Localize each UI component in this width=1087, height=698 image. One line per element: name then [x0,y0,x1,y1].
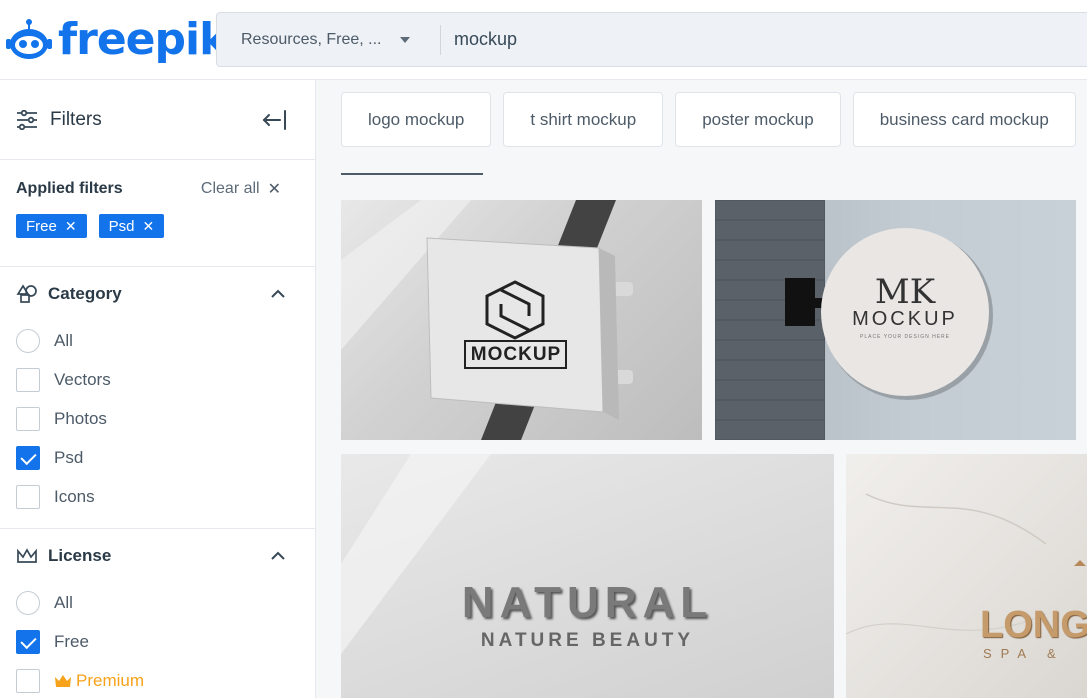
license-header[interactable]: License [0,529,315,583]
category-header[interactable]: Category [0,267,315,321]
search-bar: Resources, Free, ... [216,12,1087,67]
related-tags: logo mockup t shirt mockup poster mockup… [341,92,1076,147]
license-option-all[interactable]: All [0,583,315,622]
tag-business-card-mockup[interactable]: business card mockup [852,92,1076,147]
checkbox-checked[interactable] [16,629,40,654]
chip-label: Psd [108,217,135,235]
collapse-sidebar-icon[interactable] [261,108,287,132]
crown-icon [17,548,37,563]
result-thumbnail[interactable]: LONG SPA & [846,454,1087,698]
filter-chip-psd[interactable]: Psd ✕ [98,214,165,238]
filter-chips: Free ✕ Psd ✕ [16,214,299,238]
resource-filter-value: Resources, Free, ... [241,30,382,48]
tag-poster-mockup[interactable]: poster mockup [675,92,841,147]
checkbox[interactable] [16,668,40,693]
license-option-free[interactable]: Free [0,622,315,661]
freepik-logo[interactable]: freepik [4,12,228,68]
category-option-all[interactable]: All [0,321,315,360]
filters-sidebar: Filters Applied filters Clear all ✕ Free… [0,80,316,698]
tag-logo-mockup[interactable]: logo mockup [341,92,492,147]
checkbox-checked[interactable] [16,445,40,470]
checkbox[interactable] [16,484,40,509]
filter-chip-free[interactable]: Free ✕ [16,214,87,238]
resource-filter-dropdown[interactable]: Resources, Free, ... [217,24,441,55]
shapes-icon [16,284,37,303]
applied-filters: Applied filters Clear all ✕ Free ✕ Psd ✕ [0,160,315,267]
filters-header: Filters [0,80,315,160]
tile-text: LONG [980,604,1087,646]
tile-text: NATURAL [461,578,714,627]
square-sign-image [341,200,633,440]
result-thumbnail[interactable]: MK MOCKUP PLACE YOUR DESIGN HERE [715,200,1076,440]
tile-subtext: NATURE BEAUTY [480,630,695,651]
option-label: Premium [76,670,145,690]
chip-label: Free [26,217,57,235]
caret-down-icon [399,36,410,43]
top-header: freepik Resources, Free, ... [0,0,1087,80]
premium-label: Premium [54,671,144,691]
clear-all-button[interactable]: Clear all ✕ [201,179,281,199]
remove-chip-icon[interactable]: ✕ [142,218,154,235]
marble-sign-image [846,493,1086,635]
license-title: License [48,546,112,565]
brand-name: freepik [58,14,228,65]
category-section: Category All Vectors Photos Psd Icons [0,267,315,529]
tile-subtext: SPA & [983,646,1065,661]
close-icon: ✕ [267,181,281,198]
tile-text: MOCKUP [852,308,958,330]
checkbox[interactable] [16,406,40,431]
option-label: Photos [54,408,107,428]
tile-text: MOCKUP [470,344,562,365]
result-thumbnail[interactable]: MOCKUP [341,200,702,440]
clear-all-label: Clear all [200,180,260,197]
option-label: Psd [54,447,84,467]
results-area: logo mockup t shirt mockup poster mockup… [316,80,1087,698]
result-thumbnail[interactable]: NATURAL NATURE BEAUTY [341,454,834,698]
option-label: Vectors [54,369,111,389]
option-label: All [54,330,73,350]
license-section: License All Free Premium [0,529,315,698]
option-label: Free [54,631,89,651]
category-option-vectors[interactable]: Vectors [0,360,315,399]
option-label: All [54,592,73,612]
sliders-icon [17,109,37,130]
radio[interactable] [16,590,40,615]
tag-t-shirt-mockup[interactable]: t shirt mockup [503,92,664,147]
search-input[interactable] [454,29,954,50]
filters-title: Filters [50,108,102,130]
wall-lettering-image [341,454,491,654]
tab-underline [341,173,483,175]
freepik-robot-icon [6,19,52,59]
category-option-icons[interactable]: Icons [0,477,315,516]
tile-subtext: PLACE YOUR DESIGN HERE [860,334,950,340]
license-option-premium[interactable]: Premium [0,661,315,698]
category-title: Category [48,284,122,303]
radio[interactable] [16,328,40,353]
category-option-photos[interactable]: Photos [0,399,315,438]
option-label: Icons [54,486,95,506]
chevron-up-icon[interactable] [271,289,285,298]
checkbox[interactable] [16,367,40,392]
tile-monogram: MK [874,272,936,312]
crown-icon [55,674,71,687]
remove-chip-icon[interactable]: ✕ [65,218,77,235]
category-option-psd[interactable]: Psd [0,438,315,477]
chevron-up-icon[interactable] [271,551,285,560]
